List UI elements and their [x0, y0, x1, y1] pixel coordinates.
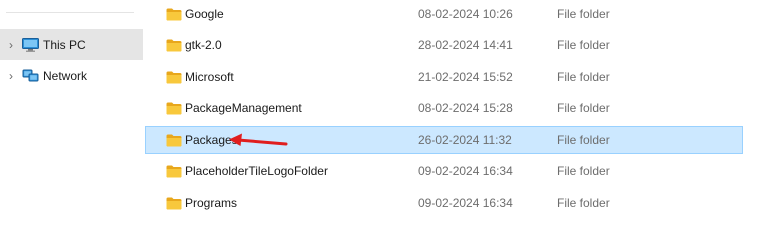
file-row[interactable]: Google 08-02-2024 10:26 File folder [145, 0, 743, 28]
file-row[interactable]: Programs 09-02-2024 16:34 File folder [145, 189, 743, 217]
folder-icon [166, 197, 182, 210]
folder-icon [166, 39, 182, 52]
nav-divider [6, 12, 134, 13]
file-name: Google [185, 7, 224, 21]
nav-item-this-pc[interactable]: › This PC [0, 29, 143, 60]
nav-label-this-pc: This PC [43, 37, 86, 52]
file-type: File folder [557, 164, 610, 178]
file-date-modified: 09-02-2024 16:34 [418, 196, 513, 210]
file-type: File folder [557, 101, 610, 115]
file-type: File folder [557, 70, 610, 84]
file-date-modified: 28-02-2024 14:41 [418, 38, 513, 52]
file-date-modified: 09-02-2024 16:34 [418, 164, 513, 178]
file-row[interactable]: PlaceholderTileLogoFolder 09-02-2024 16:… [145, 157, 743, 185]
file-type: File folder [557, 196, 610, 210]
file-row[interactable]: PackageManagement 08-02-2024 15:28 File … [145, 94, 743, 122]
file-name: PackageManagement [185, 101, 302, 115]
folder-icon [166, 71, 182, 84]
file-row[interactable]: Microsoft 21-02-2024 15:52 File folder [145, 63, 743, 91]
file-date-modified: 08-02-2024 15:28 [418, 101, 513, 115]
folder-icon [166, 134, 182, 147]
chevron-right-icon[interactable]: › [0, 38, 22, 52]
network-icon [22, 69, 39, 81]
file-date-modified: 26-02-2024 11:32 [418, 133, 512, 147]
nav-item-network[interactable]: › Network [0, 60, 143, 91]
file-name: gtk-2.0 [185, 38, 222, 52]
file-type: File folder [557, 7, 610, 21]
nav-label-network: Network [43, 68, 88, 83]
file-type: File folder [557, 38, 610, 52]
computer-icon [22, 37, 39, 52]
folder-icon [166, 8, 182, 21]
chevron-right-icon[interactable]: › [0, 69, 22, 83]
file-name: Programs [185, 196, 238, 210]
file-row[interactable]: gtk-2.0 28-02-2024 14:41 File folder [145, 31, 743, 59]
file-type: File folder [557, 133, 610, 147]
file-name: PlaceholderTileLogoFolder [185, 164, 328, 178]
folder-icon [166, 165, 182, 178]
file-list: Google 08-02-2024 10:26 File folder gtk-… [145, 0, 768, 222]
file-name: Microsoft [185, 70, 234, 84]
file-date-modified: 08-02-2024 10:26 [418, 7, 513, 21]
navigation-pane: › This PC › Network [0, 0, 145, 222]
file-date-modified: 21-02-2024 15:52 [418, 70, 513, 84]
file-name: Packages [185, 133, 238, 147]
folder-icon [166, 102, 182, 115]
file-row-selected[interactable]: Packages 26-02-2024 11:32 File folder [145, 126, 743, 154]
